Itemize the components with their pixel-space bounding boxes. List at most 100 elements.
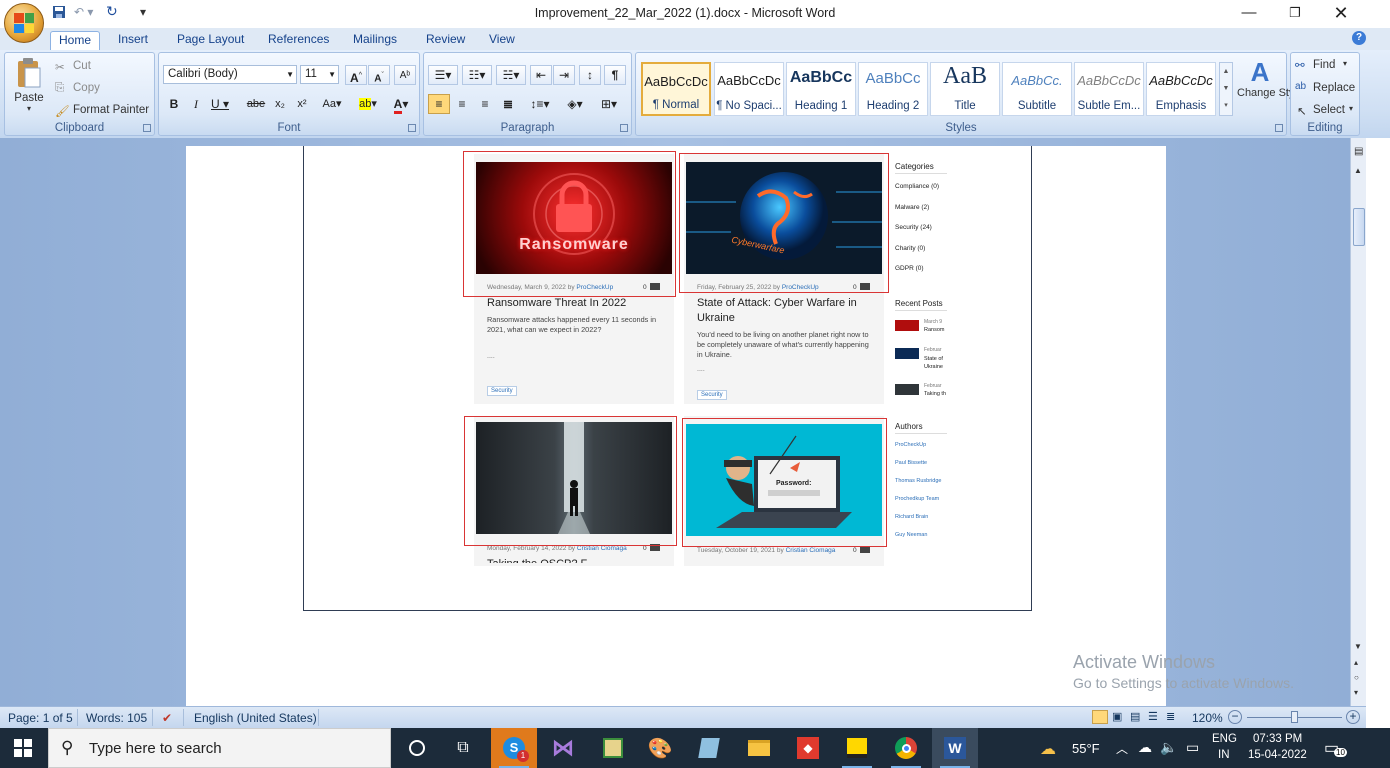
clock-time[interactable]: 07:33 PM xyxy=(1253,733,1302,745)
next-page-icon[interactable]: ▾ xyxy=(1354,688,1358,697)
tab-references[interactable]: References xyxy=(260,31,337,50)
select-button[interactable]: Select xyxy=(1313,104,1345,116)
outline-icon[interactable]: ☰ xyxy=(1148,710,1158,723)
clear-formatting-button[interactable]: Aᵇ xyxy=(394,65,416,85)
taskbar-app-skype[interactable]: S 1 xyxy=(491,728,537,768)
font-size-field[interactable]: 11 ▼ xyxy=(300,65,339,84)
bold-button[interactable]: B xyxy=(163,94,185,114)
decrease-indent-button[interactable]: ⇤ xyxy=(530,65,552,85)
line-spacing-button[interactable]: ↕≡▾ xyxy=(526,94,554,114)
increase-indent-button[interactable]: ⇥ xyxy=(553,65,575,85)
borders-button[interactable]: ⊞▾ xyxy=(594,94,624,114)
draft-icon[interactable]: ≣ xyxy=(1166,710,1175,723)
tab-home[interactable]: Home xyxy=(50,31,101,50)
tab-insert[interactable]: Insert xyxy=(110,31,156,50)
taskbar-app-word[interactable]: W xyxy=(932,728,978,768)
show-hidden-icons[interactable]: ︿ xyxy=(1116,740,1128,757)
styles-scroll[interactable]: ▲ ▼ ▾ xyxy=(1219,62,1233,116)
page-count[interactable]: Page: 1 of 5 xyxy=(8,711,73,725)
find-button[interactable]: Find xyxy=(1313,59,1335,71)
zoom-level[interactable]: 120% xyxy=(1192,711,1223,725)
font-launcher-icon[interactable] xyxy=(408,124,416,132)
style-subtitle[interactable]: AaBbCc. Subtitle xyxy=(1002,62,1072,116)
style-emphasis[interactable]: AaBbCcDc Emphasis xyxy=(1146,62,1216,116)
superscript-button[interactable]: x² xyxy=(291,94,313,114)
taskbar-app-chrome[interactable] xyxy=(883,728,929,768)
align-center-button[interactable]: ≡ xyxy=(451,94,473,114)
language-status[interactable]: English (United States) xyxy=(194,711,317,725)
ruler-toggle-icon[interactable]: ▤ xyxy=(1354,146,1363,157)
sort-button[interactable]: ↕ xyxy=(579,65,601,85)
scroll-up-icon[interactable]: ▲ xyxy=(1354,166,1362,175)
shading-button[interactable]: ◈▾ xyxy=(560,94,590,114)
justify-button[interactable]: ≣ xyxy=(497,94,519,114)
taskbar-app-sticky-notes[interactable] xyxy=(834,728,880,768)
clipboard-launcher-icon[interactable] xyxy=(143,124,151,132)
volume-icon[interactable]: 🔈 xyxy=(1160,739,1177,756)
style-normal[interactable]: AaBbCcDc ¶ Normal xyxy=(641,62,711,116)
select-browse-object-icon[interactable]: ○ xyxy=(1354,673,1359,682)
change-case-button[interactable]: Aa▾ xyxy=(319,94,345,114)
word-count[interactable]: Words: 105 xyxy=(86,711,147,725)
scroll-thumb[interactable] xyxy=(1353,208,1365,246)
paste-button[interactable]: Paste ▾ xyxy=(9,57,49,117)
underline-button[interactable]: U ▾ xyxy=(209,94,231,114)
print-layout-icon[interactable] xyxy=(1092,710,1108,724)
grow-font-button[interactable]: A^ xyxy=(345,65,367,85)
style-no-spacing[interactable]: AaBbCcDc ¶ No Spaci... xyxy=(714,62,784,116)
font-color-button[interactable]: A▾ xyxy=(387,94,415,114)
weather-icon[interactable]: ☁ xyxy=(1040,739,1056,759)
start-button[interactable] xyxy=(0,728,46,768)
tab-page-layout[interactable]: Page Layout xyxy=(169,31,252,50)
change-styles-button[interactable]: A Change Styles xyxy=(1237,57,1309,119)
tab-view[interactable]: View xyxy=(481,31,523,50)
zoom-out-icon[interactable]: − xyxy=(1228,710,1242,724)
embedded-screenshot[interactable]: Ransomware Wednesday, March 9, 2022 by P… xyxy=(303,146,1032,611)
tab-review[interactable]: Review xyxy=(418,31,473,50)
style-heading-2[interactable]: AaBbCc Heading 2 xyxy=(858,62,928,116)
font-name-field[interactable]: Calibri (Body) ▼ xyxy=(163,65,297,84)
tab-mailings[interactable]: Mailings xyxy=(345,31,405,50)
taskbar-app-anydesk[interactable]: ◆ xyxy=(785,728,831,768)
taskbar-app-file-explorer[interactable] xyxy=(736,728,782,768)
styles-launcher-icon[interactable] xyxy=(1275,124,1283,132)
replace-button[interactable]: Replace xyxy=(1313,82,1355,94)
align-left-button[interactable]: ≡ xyxy=(428,94,450,114)
office-button[interactable] xyxy=(4,3,44,43)
style-title[interactable]: AaB Title xyxy=(930,62,1000,116)
input-language[interactable]: ENG xyxy=(1212,733,1237,745)
restore-button[interactable]: ❐ xyxy=(1272,2,1318,24)
zoom-in-icon[interactable]: + xyxy=(1346,710,1360,724)
bullets-button[interactable]: ☰▾ xyxy=(428,65,458,85)
network-icon[interactable]: ▭ xyxy=(1186,739,1199,756)
taskbar-app-paint[interactable]: 🎨 xyxy=(637,728,683,768)
strikethrough-button[interactable]: abe xyxy=(245,94,267,114)
scroll-down-icon[interactable]: ▼ xyxy=(1354,642,1362,651)
web-layout-icon[interactable]: ▤ xyxy=(1130,710,1140,723)
numbering-button[interactable]: ☷▾ xyxy=(462,65,492,85)
taskbar-app-visual-studio[interactable]: ⋈ xyxy=(540,728,586,768)
taskbar-app-notes[interactable] xyxy=(686,728,732,768)
taskbar-app-image-editor[interactable] xyxy=(590,728,636,768)
subscript-button[interactable]: x₂ xyxy=(269,94,291,114)
weather-temp[interactable]: 55°F xyxy=(1072,741,1100,756)
close-button[interactable]: ✕ xyxy=(1318,2,1364,24)
zoom-slider-thumb[interactable] xyxy=(1291,711,1298,723)
vertical-scrollbar[interactable]: ▤ ▲ ▼ ▴ ○ ▾ xyxy=(1350,138,1366,706)
copy-button[interactable]: Copy xyxy=(73,82,100,94)
clock-date[interactable]: 15-04-2022 xyxy=(1248,749,1307,761)
align-right-button[interactable]: ≡ xyxy=(474,94,496,114)
paragraph-launcher-icon[interactable] xyxy=(620,124,628,132)
style-heading-1[interactable]: AaBbCc Heading 1 xyxy=(786,62,856,116)
cortana-button[interactable] xyxy=(394,728,440,768)
style-subtle-emphasis[interactable]: AaBbCcDc Subtle Em... xyxy=(1074,62,1144,116)
highlight-button[interactable]: ab▾ xyxy=(353,94,383,114)
format-painter-button[interactable]: Format Painter xyxy=(73,104,149,116)
onedrive-icon[interactable]: ☁ xyxy=(1138,739,1152,756)
input-region[interactable]: IN xyxy=(1218,749,1230,761)
help-icon[interactable]: ? xyxy=(1352,31,1366,45)
taskbar-search[interactable]: ⚲ Type here to search xyxy=(48,728,391,768)
show-marks-button[interactable]: ¶ xyxy=(604,65,626,85)
shrink-font-button[interactable]: Aˇ xyxy=(368,65,390,85)
italic-button[interactable]: I xyxy=(185,94,207,114)
